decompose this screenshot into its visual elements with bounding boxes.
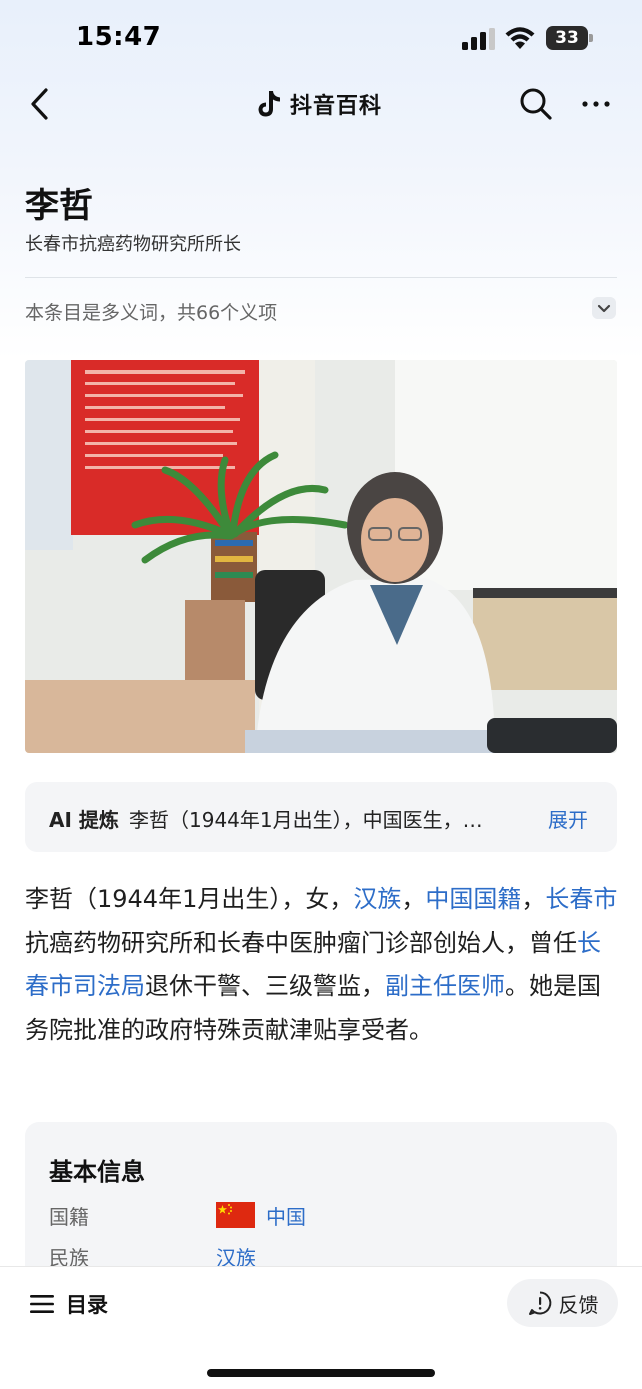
expand-link[interactable]: 展开 (548, 804, 588, 833)
info-value-nationality[interactable]: 中国 (266, 1201, 306, 1230)
back-icon[interactable] (26, 84, 56, 124)
intro-text: ， (401, 885, 426, 913)
feedback-label: 反馈 (558, 1292, 599, 1317)
ai-summary-label: AI 提炼 (49, 808, 119, 832)
chevron-down-icon[interactable] (592, 297, 616, 319)
info-key-nationality: 国籍 (49, 1205, 89, 1229)
divider (25, 277, 617, 278)
douyin-logo-icon (258, 91, 280, 117)
app-name: 抖音百科 (290, 94, 383, 119)
intro-text: 抗癌药物研究所和长春中医肿瘤门诊部创始人，曾任 (25, 928, 577, 957)
link-chinese-nationality[interactable]: 中国国籍 (425, 885, 521, 913)
toc-label: 目录 (66, 1293, 108, 1317)
intro-text: 退休干警、三级警监， (145, 972, 385, 1000)
link-associate-chief-physician[interactable]: 副主任医师 (385, 972, 505, 1000)
home-indicator[interactable] (207, 1369, 435, 1377)
link-changchun[interactable]: 长春市 (545, 885, 617, 913)
search-icon[interactable] (518, 86, 554, 122)
toc-button[interactable]: 目录 (30, 1289, 108, 1319)
link-han-ethnicity[interactable]: 汉族 (353, 885, 401, 913)
bottom-bar: 目录 反馈 (0, 1266, 642, 1389)
basic-info-title: 基本信息 (49, 1157, 145, 1186)
status-bar: 15:47 33 (0, 0, 642, 76)
portrait-photo[interactable] (25, 360, 617, 753)
intro-text: ， (521, 885, 546, 913)
status-time: 15:47 (76, 22, 162, 52)
battery-icon: 33 (546, 26, 594, 50)
china-flag-icon (216, 1202, 255, 1228)
feedback-button[interactable]: 反馈 (507, 1279, 618, 1327)
menu-icon (30, 1295, 54, 1313)
wifi-icon (505, 27, 535, 49)
polysemy-note[interactable]: 本条目是多义词，共66个义项 (25, 298, 277, 325)
more-options-icon[interactable] (578, 88, 614, 120)
nav-bar: 抖音百科 (0, 76, 642, 134)
page-subtitle: 长春市抗癌药物研究所所长 (25, 234, 241, 255)
intro-paragraph: 李哲（1944年1月出生），女，汉族，中国国籍，长春市抗癌药物研究所和长春中医肿… (25, 878, 620, 1052)
feedback-icon (528, 1291, 551, 1315)
page-title: 李哲 (25, 186, 93, 226)
intro-text: 李哲（1944年1月出生），女， (25, 885, 354, 913)
ai-summary-text: 李哲（1944年1月出生），中国医生，… (129, 808, 483, 832)
cellular-signal-icon (462, 28, 495, 50)
battery-level: 33 (555, 28, 579, 48)
app-brand: 抖音百科 (256, 86, 382, 122)
ai-summary[interactable]: AI 提炼 李哲（1944年1月出生），中国医生，… 展开 (25, 782, 617, 852)
